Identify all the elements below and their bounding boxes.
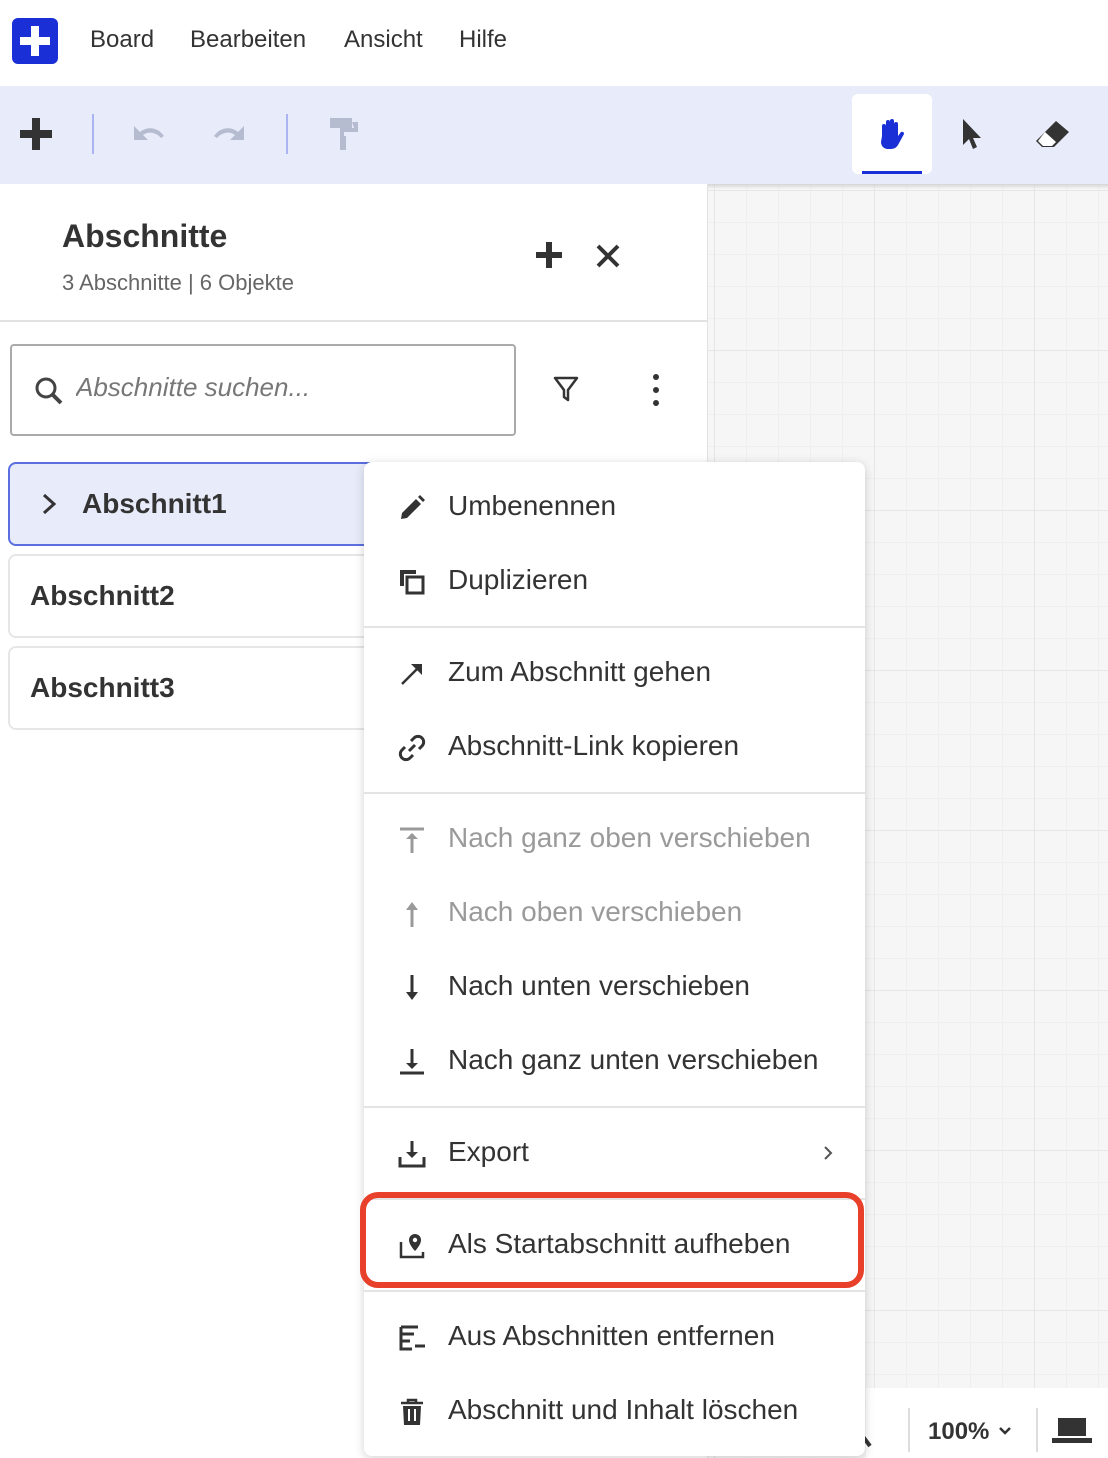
filter-button[interactable] — [552, 374, 580, 404]
menu-item-move-up[interactable]: Nach oben verschieben — [364, 880, 865, 946]
panel-title: Abschnitte — [62, 218, 228, 254]
annotation-highlight-box — [360, 1192, 864, 1288]
pointer-icon — [963, 119, 981, 149]
move-down-icon — [406, 975, 418, 1000]
search-icon — [35, 377, 63, 405]
search-input[interactable] — [76, 372, 496, 403]
link-icon — [398, 734, 426, 762]
zoom-divider — [908, 1408, 910, 1452]
section-context-menu: Umbenennen Duplizieren Zum Abschnitt geh… — [364, 462, 865, 1456]
more-options-button[interactable] — [642, 372, 670, 408]
format-painter-button[interactable] — [304, 94, 384, 174]
duplicate-icon — [400, 570, 425, 595]
menu-item-remove-from-sections[interactable]: Aus Abschnitten entfernen — [364, 1304, 865, 1370]
menu-ansicht[interactable]: Ansicht — [344, 26, 423, 54]
menu-bearbeiten[interactable]: Bearbeiten — [190, 26, 306, 54]
menu-item-delete-section[interactable]: Abschnitt und Inhalt löschen — [364, 1378, 865, 1444]
toolbar — [0, 86, 1108, 184]
redo-icon — [214, 126, 244, 140]
hand-tool-button[interactable] — [852, 94, 932, 174]
section-label: Abschnitt3 — [30, 672, 175, 703]
zoom-bar: 100% — [856, 1388, 1108, 1458]
menu-board[interactable]: Board — [90, 26, 154, 54]
close-icon — [596, 244, 620, 268]
close-panel-button[interactable] — [594, 242, 622, 270]
panel-subtitle: 3 Abschnitte | 6 Objekte — [62, 270, 294, 295]
add-button[interactable] — [0, 94, 76, 174]
format-painter-icon — [330, 118, 358, 150]
chevron-right-icon — [824, 1146, 833, 1160]
menu-item-copy-link[interactable]: Abschnitt-Link kopieren — [364, 714, 865, 780]
add-section-button[interactable] — [534, 240, 564, 270]
zoom-level[interactable]: 100% — [928, 1418, 989, 1446]
arrow-up-right-icon — [401, 664, 422, 685]
move-up-icon — [406, 902, 418, 927]
laptop-icon — [1052, 1418, 1092, 1443]
eraser-icon — [1036, 121, 1069, 147]
chevron-right-icon — [42, 493, 57, 515]
menu-divider — [364, 1106, 865, 1108]
more-vertical-icon — [653, 374, 659, 406]
menu-item-move-to-bottom[interactable]: Nach ganz unten verschieben — [364, 1028, 865, 1094]
menu-divider — [364, 792, 865, 794]
undo-icon — [134, 126, 164, 140]
app-logo-icon[interactable] — [12, 18, 58, 64]
section-label: Abschnitt2 — [30, 580, 175, 611]
menu-item-export[interactable]: Export — [364, 1120, 865, 1186]
menu-item-rename[interactable]: Umbenennen — [364, 474, 865, 540]
add-icon — [20, 118, 52, 150]
pencil-icon — [401, 495, 425, 519]
undo-button[interactable] — [108, 94, 188, 174]
menu-item-go-to-section[interactable]: Zum Abschnitt gehen — [364, 640, 865, 706]
toolbar-divider — [286, 114, 288, 154]
move-top-icon — [400, 827, 424, 853]
filter-icon — [553, 376, 579, 402]
toolbar-divider — [92, 114, 94, 154]
section-label: Abschnitt1 — [82, 488, 227, 519]
pointer-tool-button[interactable] — [932, 94, 1012, 174]
device-view-button[interactable] — [1052, 1416, 1094, 1446]
move-bottom-icon — [400, 1049, 424, 1075]
menu-hilfe[interactable]: Hilfe — [459, 26, 507, 54]
eraser-tool-button[interactable] — [1012, 94, 1092, 174]
menu-bar: Board Bearbeiten Ansicht Hilfe — [0, 0, 1108, 86]
zoom-divider — [1036, 1408, 1038, 1452]
menu-divider — [364, 1290, 865, 1292]
search-box[interactable] — [10, 344, 516, 436]
plus-icon — [536, 242, 562, 268]
menu-item-move-down[interactable]: Nach unten verschieben — [364, 954, 865, 1020]
remove-from-sections-icon — [399, 1325, 425, 1351]
trash-icon — [401, 1398, 423, 1425]
menu-item-move-to-top[interactable]: Nach ganz oben verschieben — [364, 806, 865, 872]
panel-divider — [0, 320, 708, 322]
redo-button[interactable] — [190, 94, 270, 174]
menu-item-duplicate[interactable]: Duplizieren — [364, 548, 865, 614]
chevron-down-icon — [999, 1427, 1011, 1435]
export-icon — [398, 1141, 426, 1168]
menu-divider — [364, 626, 865, 628]
hand-icon — [881, 119, 905, 149]
